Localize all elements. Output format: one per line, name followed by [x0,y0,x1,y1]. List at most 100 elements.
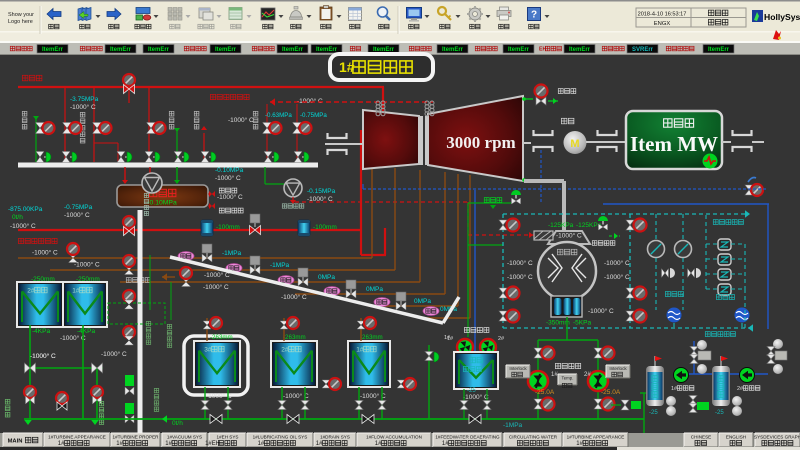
svg-text:2#: 2# [584,372,591,378]
svg-text:1#: 1# [58,441,65,447]
svg-text:-25.0A: -25.0A [601,389,621,396]
svg-text:0t/h: 0t/h [12,214,23,221]
svg-text:ItemErr: ItemErr [442,47,464,53]
svg-text:2018-4-10 16:53:17: 2018-4-10 16:53:17 [638,12,687,18]
svg-text:-1000° C: -1000° C [101,350,127,358]
svg-text:1#EH SYS: 1#EH SYS [217,435,239,440]
svg-text:1#TURBINE APPEARANCE: 1#TURBINE APPEARANCE [567,435,625,440]
svg-text:-1000° C: -1000° C [297,97,323,105]
svg-text:-0.75MPa: -0.75MPa [64,204,93,211]
svg-text:1#FEEDWATER DEAERATING: 1#FEEDWATER DEAERATING [435,435,500,440]
svg-text:-350mm: -350mm [546,320,570,327]
svg-text:-100mm: -100mm [313,224,337,231]
svg-text:1#: 1# [447,336,454,342]
svg-text:SYSDEVICES GRAPH: SYSDEVICES GRAPH [754,435,800,440]
svg-text:-1000° C: -1000° C [203,283,229,291]
svg-text:-25.0A: -25.0A [535,389,555,396]
svg-text:Temp.: Temp. [562,376,574,381]
svg-text:2#: 2# [498,336,505,342]
svg-text:ItemErr: ItemErr [110,47,132,53]
svg-text:-5KPa: -5KPa [573,320,591,327]
svg-text:ItemErr: ItemErr [215,47,237,53]
svg-text:1#: 1# [258,441,265,447]
svg-text:0MPa: 0MPa [414,298,431,305]
svg-text:ItemErr: ItemErr [42,47,64,53]
svg-text:CIRCULATING WATER: CIRCULATING WATER [509,435,558,440]
svg-text:0MPa: 0MPa [318,274,335,281]
svg-text:-1000° C: -1000° C [215,174,241,182]
svg-text:-1000° C: -1000° C [70,103,96,111]
svg-text:1#VACUUM SYS: 1#VACUUM SYS [167,435,202,440]
svg-text:1#EH: 1#EH [205,441,220,447]
svg-text:-4KPa: -4KPa [77,328,95,335]
svg-text:-1000° C: -1000° C [228,116,254,124]
svg-text:-263mm: -263mm [360,334,383,341]
svg-text:M: M [570,138,579,150]
svg-text:1#: 1# [442,441,449,447]
svg-text:0MPa: 0MPa [366,286,383,293]
svg-text:1#: 1# [72,287,80,294]
svg-text:-875.00KPa: -875.00KPa [8,206,43,213]
svg-text:-1MPa: -1MPa [270,262,290,269]
svg-text:1#TURBINE PROPER: 1#TURBINE PROPER [113,435,160,440]
svg-text:-0.15MPa: -0.15MPa [307,188,336,195]
svg-text:1#FLOW ACCUMULATION: 1#FLOW ACCUMULATION [366,435,422,440]
svg-text:-0.10MPa: -0.10MPa [215,167,244,174]
svg-text:1#: 1# [576,441,583,447]
svg-text:-1000° C: -1000° C [32,249,58,257]
svg-text:-1000° C: -1000° C [74,261,100,269]
svg-text:Item MW: Item MW [630,132,718,156]
svg-text:Interlock: Interlock [609,366,627,371]
svg-text:1#: 1# [356,346,364,353]
svg-text:1#: 1# [551,372,558,378]
svg-text:1#: 1# [316,441,323,447]
svg-text:1#LUBRICATING OIL SYS: 1#LUBRICATING OIL SYS [253,435,308,440]
svg-text:2#: 2# [281,346,289,353]
svg-text:?: ? [531,10,537,21]
svg-text:ENGX: ENGX [654,21,671,27]
svg-text:-125KPa: -125KPa [548,222,574,229]
svg-text:ItemErr: ItemErr [508,47,530,53]
svg-text:-25: -25 [715,410,724,416]
svg-text:-1000° C: -1000° C [507,273,533,281]
svg-text:-1000° C: -1000° C [64,211,90,219]
svg-text:-4KPa: -4KPa [32,328,50,335]
svg-text:-1000° C: -1000° C [588,307,614,315]
svg-text:ItemErr: ItemErr [569,47,591,53]
svg-text:-1000° C: -1000° C [604,273,630,281]
svg-text:1#: 1# [375,441,382,447]
svg-text:-25: -25 [649,410,658,416]
svg-text:-1MPa: -1MPa [222,250,242,257]
svg-text:-1000° C: -1000° C [281,293,307,301]
svg-text:-1000° C: -1000° C [556,232,582,240]
svg-text:-1000° C: -1000° C [604,259,630,267]
svg-text:3000 rpm: 3000 rpm [446,133,515,152]
svg-text:0t/h: 0t/h [172,420,183,427]
svg-text:1#DRAIN SYS: 1#DRAIN SYS [320,435,350,440]
svg-text:CHINESE: CHINESE [691,435,711,440]
svg-text:ItemErr: ItemErr [148,47,170,53]
svg-text:1#: 1# [165,441,172,447]
svg-text:-1000° C: -1000° C [507,259,533,267]
svg-text:HollySys: HollySys [764,12,800,22]
svg-text:2#: 2# [27,287,35,294]
svg-text:-1MPa: -1MPa [503,422,523,429]
svg-text:-1000° C: -1000° C [10,222,36,230]
svg-text:Interlock: Interlock [509,366,527,371]
svg-text:ItemErr: ItemErr [282,47,304,53]
svg-text:1#TURBINE APPEARANCE: 1#TURBINE APPEARANCE [48,435,106,440]
svg-text:-3.75MPa: -3.75MPa [70,96,99,103]
svg-text:Show your: Show your [8,12,34,18]
svg-text:MAIN: MAIN [8,439,23,445]
svg-text:-263mm: -263mm [283,334,306,341]
svg-text:ItemErr: ItemErr [316,47,338,53]
svg-text:SVRErr: SVRErr [632,47,654,53]
svg-text:-1000° C: -1000° C [463,393,489,401]
svg-text:-0.10MPa: -0.10MPa [147,200,177,207]
svg-text:ENGLISH: ENGLISH [726,435,746,440]
svg-text:3#: 3# [204,346,212,353]
svg-text:-0.63MPa: -0.63MPa [265,112,292,119]
svg-text:-0.75MPa: -0.75MPa [300,112,327,119]
svg-text:-1000° C: -1000° C [30,352,56,360]
svg-text:Logo here: Logo here [8,19,33,25]
